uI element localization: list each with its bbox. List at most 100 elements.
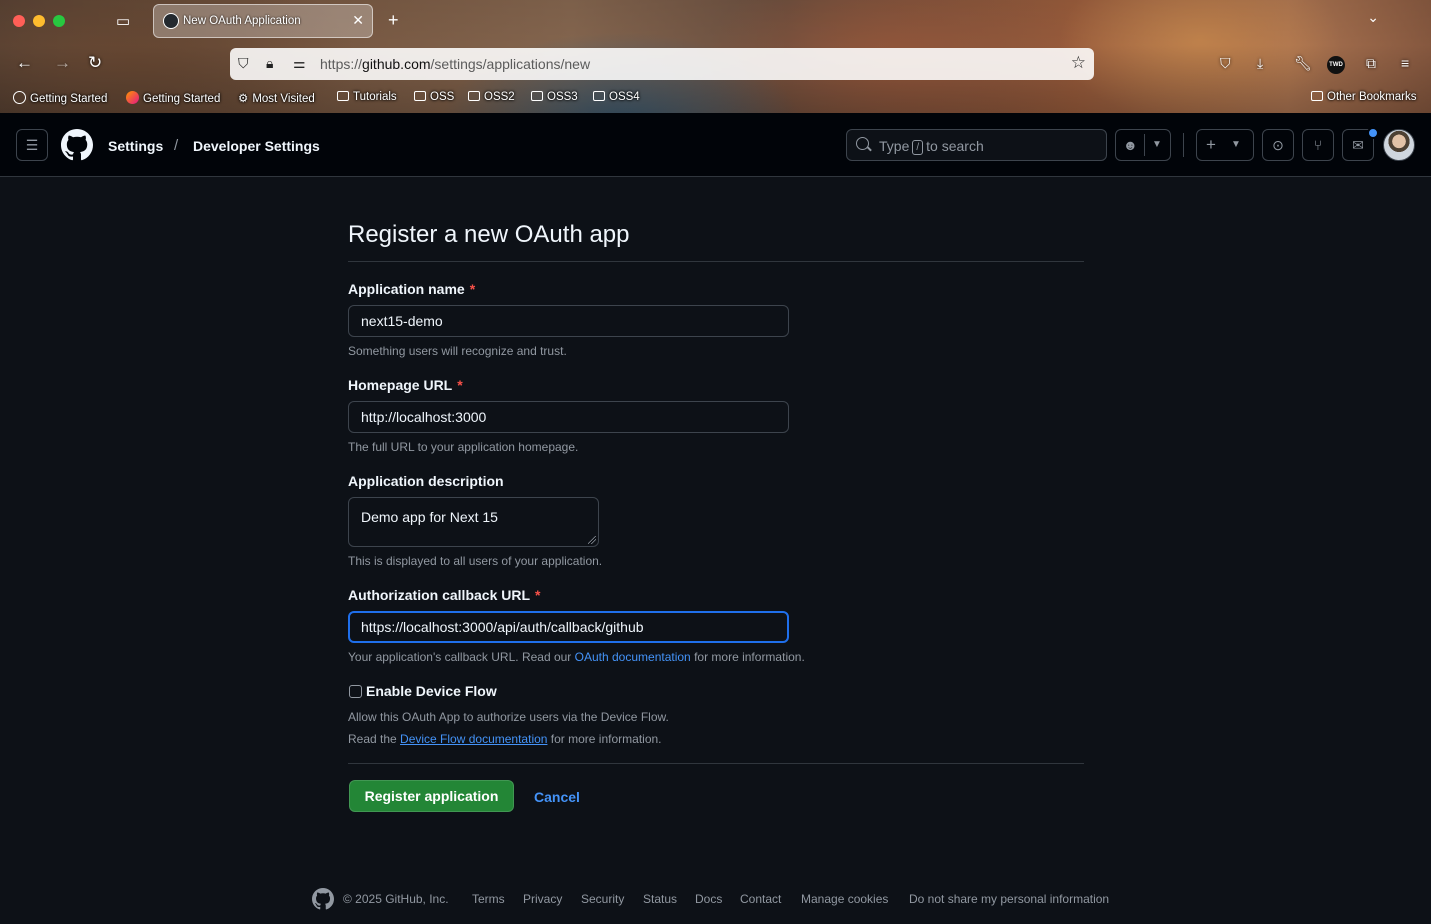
downloads-icon[interactable]: ⤓ bbox=[1257, 55, 1263, 72]
gear-icon: ⚙ bbox=[238, 93, 249, 105]
back-arrow-icon[interactable]: ← bbox=[16, 53, 33, 73]
address-bar[interactable]: ⛉ 🔒︎ ⚌ https://github.com/settings/appli… bbox=[230, 48, 1094, 80]
resize-handle-icon[interactable] bbox=[588, 536, 596, 544]
app-description-value: Demo app for Next 15 bbox=[361, 509, 498, 525]
forward-arrow-icon[interactable]: → bbox=[54, 53, 71, 73]
search-icon bbox=[856, 137, 869, 150]
footer-copyright: © 2025 GitHub, Inc. bbox=[343, 892, 449, 906]
tab-list-chevron-icon[interactable]: ⌄ bbox=[1367, 9, 1379, 26]
footer-link-do-not-share[interactable]: Do not share my personal information bbox=[909, 892, 1109, 906]
tab-overview-icon[interactable]: ▭ bbox=[116, 12, 136, 30]
new-tab-plus-icon[interactable]: + bbox=[388, 10, 399, 31]
enable-device-flow-checkbox[interactable] bbox=[349, 685, 362, 698]
device-flow-doc-note: Read the Device Flow documentation for m… bbox=[348, 732, 662, 746]
footer-link-security[interactable]: Security bbox=[581, 892, 624, 906]
search-input[interactable]: Type / to search bbox=[846, 129, 1107, 161]
issue-opened-icon: ⊙ bbox=[1272, 137, 1284, 153]
homepage-url-note: The full URL to your application homepag… bbox=[348, 440, 579, 454]
callback-url-note: Your application's callback URL. Read ou… bbox=[348, 650, 805, 664]
footer-link-manage-cookies[interactable]: Manage cookies bbox=[801, 892, 888, 906]
folder-icon bbox=[414, 91, 426, 101]
github-favicon-icon bbox=[163, 13, 179, 29]
copilot-button[interactable]: ☻ ▼ bbox=[1115, 129, 1171, 161]
folder-icon bbox=[1311, 91, 1323, 101]
bookmark-most-visited[interactable]: ⚙ Most Visited bbox=[238, 91, 315, 105]
tracking-shield-icon[interactable]: ⛉ bbox=[238, 55, 249, 72]
pull-requests-button[interactable]: ⑂ bbox=[1302, 129, 1334, 161]
folder-icon bbox=[468, 91, 480, 101]
app-name-label: Application name * bbox=[348, 281, 476, 297]
footer-link-status[interactable]: Status bbox=[643, 892, 677, 906]
footer-link-docs[interactable]: Docs bbox=[695, 892, 722, 906]
search-placeholder: Type / to search bbox=[879, 138, 984, 155]
register-application-button[interactable]: Register application bbox=[349, 780, 514, 812]
browser-tab-active[interactable]: New OAuth Application ✕ bbox=[153, 4, 373, 38]
cancel-button[interactable]: Cancel bbox=[534, 789, 580, 805]
browser-chrome: ▭ New OAuth Application ✕ + ⌄ ← → ↻ ⛉ 🔒︎… bbox=[0, 0, 1431, 113]
app-name-input[interactable]: next15-demo bbox=[348, 305, 789, 337]
chevron-down-icon: ▼ bbox=[1231, 139, 1241, 150]
plus-icon: + bbox=[1206, 135, 1216, 154]
bookmark-getting-started-firefox[interactable]: Getting Started bbox=[126, 91, 220, 105]
folder-icon bbox=[337, 91, 349, 101]
twd-extension-icon[interactable]: TWD bbox=[1327, 56, 1345, 74]
close-window-button[interactable] bbox=[13, 15, 25, 27]
bookmark-tutorials[interactable]: Tutorials bbox=[337, 91, 397, 103]
avatar[interactable] bbox=[1383, 129, 1415, 161]
footer-link-privacy[interactable]: Privacy bbox=[523, 892, 562, 906]
app-menu-icon[interactable]: ≡ bbox=[1401, 55, 1409, 71]
app-name-note: Something users will recognize and trust… bbox=[348, 344, 567, 358]
url-text[interactable]: https://github.com/settings/applications… bbox=[320, 56, 590, 72]
inbox-icon: ✉ bbox=[1352, 137, 1364, 153]
hamburger-icon: ☰ bbox=[25, 137, 39, 153]
globe-icon bbox=[13, 91, 26, 104]
bookmark-oss4[interactable]: OSS4 bbox=[593, 91, 640, 103]
app-description-note: This is displayed to all users of your a… bbox=[348, 554, 603, 568]
lock-icon[interactable]: 🔒︎ bbox=[266, 55, 273, 72]
github-logo-icon[interactable] bbox=[61, 129, 93, 161]
tab-close-icon[interactable]: ✕ bbox=[352, 12, 364, 29]
oauth-documentation-link[interactable]: OAuth documentation bbox=[575, 650, 691, 664]
extensions-icon[interactable]: ⧉ bbox=[1366, 55, 1376, 72]
pocket-icon[interactable]: ⛉ bbox=[1220, 55, 1231, 72]
breadcrumb-settings[interactable]: Settings bbox=[108, 138, 163, 154]
create-new-button[interactable]: + ▼ bbox=[1196, 129, 1254, 161]
header-divider bbox=[1183, 133, 1184, 157]
app-description-label: Application description bbox=[348, 473, 504, 489]
breadcrumb-separator: / bbox=[174, 137, 179, 154]
footer: © 2025 GitHub, Inc. Terms Privacy Securi… bbox=[312, 888, 1132, 910]
page-title: Register a new OAuth app bbox=[348, 221, 630, 248]
reload-icon[interactable]: ↻ bbox=[88, 53, 102, 73]
bookmark-oss2[interactable]: OSS2 bbox=[468, 91, 515, 103]
copilot-icon: ☻ bbox=[1123, 137, 1138, 153]
device-flow-note: Allow this OAuth App to authorize users … bbox=[348, 710, 669, 724]
issues-button[interactable]: ⊙ bbox=[1262, 129, 1294, 161]
homepage-url-input[interactable]: http://localhost:3000 bbox=[348, 401, 789, 433]
folder-icon bbox=[531, 91, 543, 101]
bookmark-oss3[interactable]: OSS3 bbox=[531, 91, 578, 103]
footer-link-contact[interactable]: Contact bbox=[740, 892, 781, 906]
tab-title: New OAuth Application bbox=[183, 15, 301, 27]
tools-wrench-icon[interactable]: 🔧︎ bbox=[1294, 55, 1312, 72]
permissions-icon[interactable]: ⚌ bbox=[293, 55, 306, 72]
required-mark: * bbox=[469, 281, 476, 297]
app-description-textarea[interactable]: Demo app for Next 15 bbox=[348, 497, 599, 547]
enable-device-flow-label[interactable]: Enable Device Flow bbox=[366, 683, 497, 699]
zoom-window-button[interactable] bbox=[53, 15, 65, 27]
footer-link-terms[interactable]: Terms bbox=[472, 892, 505, 906]
device-flow-documentation-link[interactable]: Device Flow documentation bbox=[400, 732, 547, 746]
chevron-down-icon[interactable]: ▼ bbox=[1152, 130, 1162, 160]
notification-dot bbox=[1367, 127, 1379, 139]
git-pull-request-icon: ⑂ bbox=[1313, 137, 1323, 153]
bookmark-getting-started[interactable]: Getting Started bbox=[13, 91, 107, 105]
other-bookmarks[interactable]: Other Bookmarks bbox=[1311, 91, 1416, 103]
hamburger-menu-button[interactable]: ☰ bbox=[16, 129, 48, 161]
callback-url-input[interactable]: https://localhost:3000/api/auth/callback… bbox=[348, 611, 789, 643]
github-footer-logo-icon[interactable] bbox=[312, 888, 334, 910]
bookmark-oss[interactable]: OSS bbox=[414, 91, 454, 103]
breadcrumb-developer-settings[interactable]: Developer Settings bbox=[193, 138, 320, 154]
bookmark-star-icon[interactable]: ☆ bbox=[1071, 53, 1086, 73]
minimize-window-button[interactable] bbox=[33, 15, 45, 27]
firefox-icon bbox=[126, 91, 139, 104]
title-divider bbox=[348, 261, 1084, 262]
